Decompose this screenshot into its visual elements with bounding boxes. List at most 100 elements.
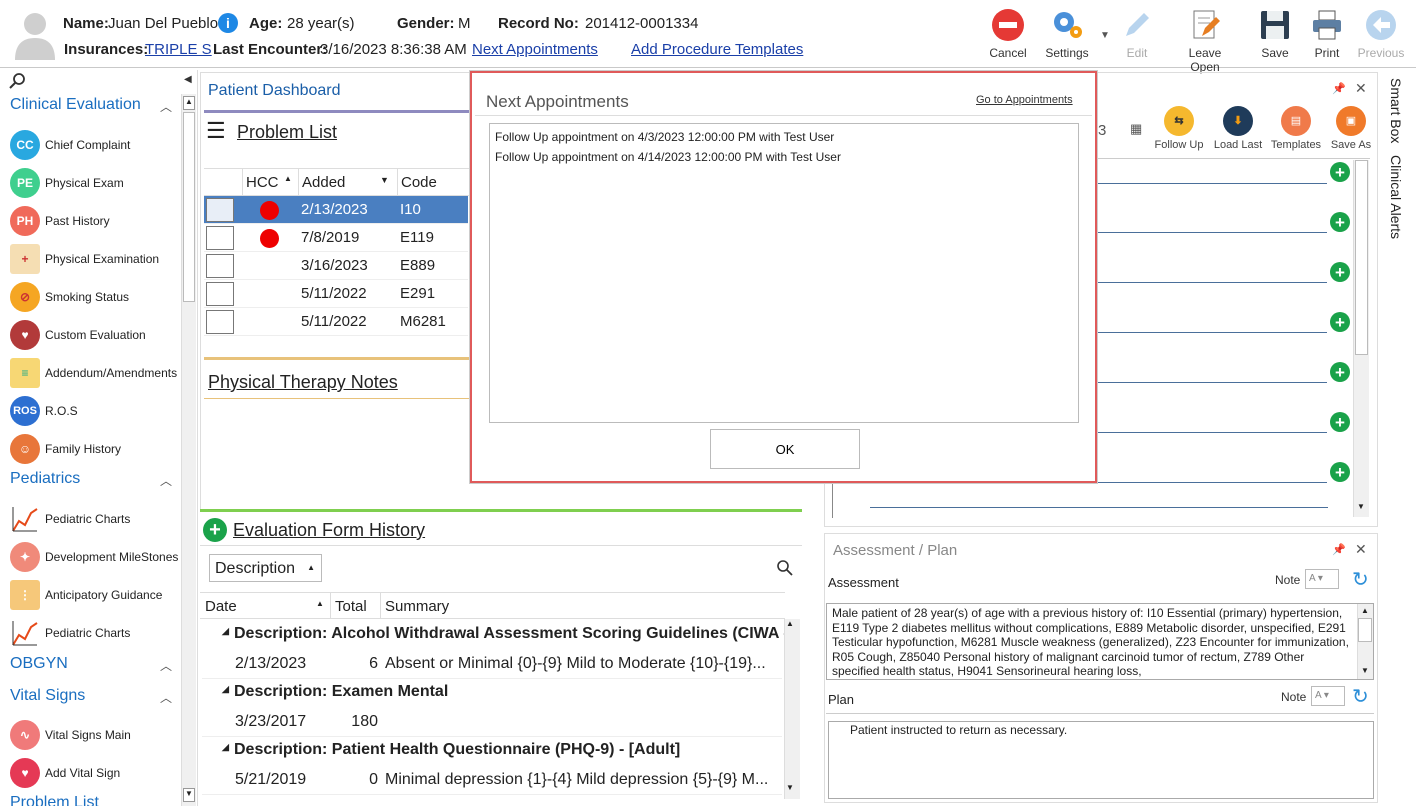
table-row[interactable]: 3/23/2017 180 — [202, 708, 782, 737]
evaluation-scrollbar[interactable]: ▼ — [1353, 160, 1369, 517]
sidebar-item-pediatric-charts-2[interactable]: Pediatric Charts — [10, 616, 188, 650]
summary-column-header[interactable]: Summary — [385, 598, 449, 615]
chevron-up-icon[interactable]: ︿ — [160, 98, 172, 115]
add-section-icon[interactable]: + — [1330, 412, 1350, 432]
sidebar-item-chief-complaint[interactable]: CC Chief Complaint — [10, 128, 188, 162]
sidebar-item-smoking-status[interactable]: ⊘ Smoking Status — [10, 280, 188, 314]
group-row[interactable]: ◢ Description: Alcohol Withdrawal Assessm… — [202, 621, 784, 650]
evaluation-history-title[interactable]: Evaluation Form History — [233, 520, 425, 541]
chevron-up-icon[interactable]: ︿ — [160, 689, 172, 706]
sidebar-item-anticipatory-guidance[interactable]: ⋮ Anticipatory Guidance — [10, 578, 188, 612]
hcc-column-header[interactable]: HCC — [246, 174, 279, 191]
pin-icon[interactable]: 📌 — [1332, 82, 1346, 95]
table-row[interactable]: 2/13/2023 6 Absent or Minimal {0}-{9} Mild… — [202, 650, 782, 679]
sidebar-item-ros[interactable]: ROS R.O.S — [10, 394, 188, 428]
tab-clinical-alerts[interactable]: Clinical Alerts — [1384, 155, 1404, 245]
sidebar-item-addendum[interactable]: ≡ Addendum/Amendments — [10, 356, 188, 390]
sidebar-item-physical-exam[interactable]: PE Physical Exam — [10, 166, 188, 200]
collapse-sidebar-icon[interactable]: ◀ — [184, 74, 192, 85]
cancel-button[interactable]: Cancel — [977, 6, 1039, 64]
sidebar-item-past-history[interactable]: PH Past History — [10, 204, 188, 238]
edit-button[interactable]: Edit — [1106, 6, 1168, 64]
refresh-icon[interactable]: ↻ — [1352, 567, 1369, 592]
list-item[interactable]: Follow Up appointment on 4/14/2023 12:00… — [495, 150, 841, 164]
section-vital-signs[interactable]: Vital Signs ︿ — [10, 687, 172, 705]
print-button[interactable]: Print — [1296, 6, 1358, 64]
pin-icon[interactable]: 📌 — [1332, 543, 1346, 556]
refresh-icon[interactable]: ↻ — [1352, 684, 1369, 709]
sidebar-item-physical-examination[interactable]: + Physical Examination — [10, 242, 188, 276]
group-row[interactable]: ◢ Description: Patient Health Questionnai… — [202, 737, 782, 766]
save-as-button[interactable]: ▣ Save As — [1328, 106, 1374, 151]
list-item[interactable]: Follow Up appointment on 4/3/2023 12:00:… — [495, 130, 834, 144]
templates-button[interactable]: ▤ Templates — [1268, 106, 1324, 151]
table-row[interactable]: 5/21/2019 0 Minimal depression {1}-{4} Mil… — [202, 766, 782, 795]
collapse-icon[interactable]: ◢ — [222, 742, 229, 753]
leave-open-button[interactable]: Leave Open — [1174, 6, 1236, 74]
row-checkbox[interactable] — [206, 198, 234, 222]
insurance-link[interactable]: TRIPLE S — [145, 41, 212, 58]
physical-therapy-notes-title[interactable]: Physical Therapy Notes — [208, 372, 398, 393]
add-procedure-templates-link[interactable]: Add Procedure Templates — [631, 41, 803, 58]
filter-dropdown-icon[interactable]: ▼ — [380, 175, 389, 185]
sidebar-item-development-milestones[interactable]: ✦ Development MileStones — [10, 540, 188, 574]
info-icon[interactable]: i — [218, 13, 238, 33]
section-pediatrics[interactable]: Pediatrics ︿ — [10, 470, 172, 488]
previous-button[interactable]: Previous — [1350, 6, 1412, 64]
row-checkbox[interactable] — [206, 226, 234, 250]
problem-list-title[interactable]: Problem List — [237, 122, 337, 143]
load-last-button[interactable]: ⬇ Load Last — [1212, 106, 1264, 151]
ok-button[interactable]: OK — [710, 429, 860, 469]
section-clinical-evaluation[interactable]: Clinical Evaluation ︿ — [10, 96, 172, 114]
plan-textarea[interactable]: Patient instructed to return as necessar… — [828, 721, 1374, 799]
date-column-header[interactable]: Date — [205, 598, 237, 615]
sidebar-item-pediatric-charts[interactable]: Pediatric Charts — [10, 502, 188, 536]
group-by-chip[interactable]: Description ▲ — [209, 554, 322, 582]
sidebar-item-vital-signs-main[interactable]: ∿ Vital Signs Main — [10, 718, 188, 752]
chevron-up-icon[interactable]: ︿ — [160, 472, 172, 489]
go-to-appointments-link[interactable]: Go to Appointments — [976, 94, 1073, 106]
add-evaluation-icon[interactable]: + — [203, 518, 227, 542]
collapse-icon[interactable]: ◢ — [222, 684, 229, 695]
tab-smart-box[interactable]: Smart Box — [1384, 78, 1404, 148]
section-problem-list[interactable]: Problem List — [10, 794, 99, 806]
calendar-icon[interactable]: ▦ — [1130, 121, 1142, 137]
add-section-icon[interactable]: + — [1330, 312, 1350, 332]
add-section-icon[interactable]: + — [1330, 462, 1350, 482]
table-row[interactable]: 7/8/2019 E119 — [204, 224, 468, 252]
next-appointments-link[interactable]: Next Appointments — [472, 41, 598, 58]
table-row[interactable]: 5/11/2022 E291 — [204, 280, 468, 308]
menu-icon[interactable]: ☰ — [206, 120, 226, 142]
add-section-icon[interactable]: + — [1330, 262, 1350, 282]
assessment-textarea[interactable]: Male patient of 28 year(s) of age with a… — [826, 603, 1374, 680]
add-section-icon[interactable]: + — [1330, 212, 1350, 232]
total-column-header[interactable]: Total — [335, 598, 367, 615]
sidebar-item-add-vital-sign[interactable]: ♥ Add Vital Sign — [10, 756, 188, 790]
row-checkbox[interactable] — [206, 254, 234, 278]
group-row[interactable]: ◢ Description: Examen Mental — [202, 679, 782, 708]
added-column-header[interactable]: Added — [302, 174, 345, 191]
assessment-scrollbar[interactable]: ▲ ▼ — [1357, 604, 1373, 679]
collapse-icon[interactable]: ◢ — [222, 626, 229, 637]
sidebar-item-family-history[interactable]: ☺ Family History — [10, 432, 188, 466]
chevron-up-icon[interactable]: ︿ — [160, 657, 172, 674]
section-obgyn[interactable]: OBGYN ︿ — [10, 655, 172, 673]
table-row[interactable]: 5/11/2022 M6281 — [204, 308, 468, 336]
add-section-icon[interactable]: + — [1330, 362, 1350, 382]
follow-up-button[interactable]: ⇆ Follow Up — [1152, 106, 1206, 151]
close-icon[interactable]: ✕ — [1355, 541, 1367, 558]
row-checkbox[interactable] — [206, 282, 234, 306]
sidebar-item-custom-evaluation[interactable]: ♥ Custom Evaluation — [10, 318, 188, 352]
settings-button[interactable]: Settings — [1036, 6, 1098, 64]
table-row[interactable]: 3/16/2023 E889 — [204, 252, 468, 280]
add-section-icon[interactable]: + — [1330, 162, 1350, 182]
table-row[interactable]: 2/13/2023 I10 — [204, 196, 468, 224]
note-dropdown[interactable]: A ▾ — [1311, 686, 1345, 706]
history-scrollbar[interactable]: ▲ ▼ — [784, 619, 800, 799]
row-checkbox[interactable] — [206, 310, 234, 334]
code-column-header[interactable]: Code — [401, 174, 437, 191]
search-icon[interactable] — [777, 560, 793, 576]
search-icon[interactable] — [8, 72, 26, 90]
note-dropdown[interactable]: A ▾ — [1305, 569, 1339, 589]
close-icon[interactable]: ✕ — [1355, 80, 1367, 97]
